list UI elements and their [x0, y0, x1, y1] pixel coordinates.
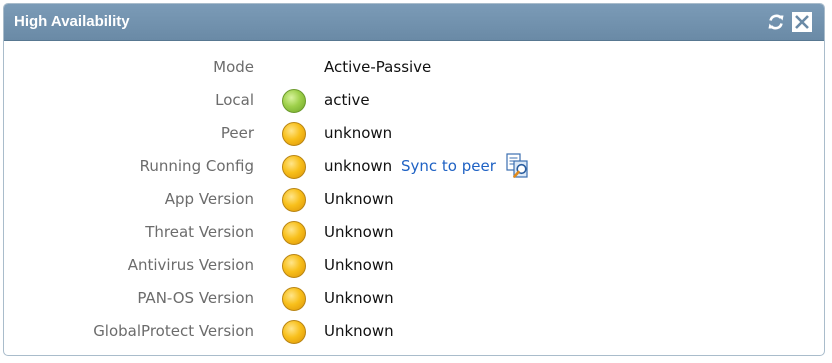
row-value: Unknown [324, 223, 394, 241]
row-label: Local [215, 91, 254, 109]
status-indicator-green [282, 89, 306, 113]
row-label: Running Config [139, 157, 254, 175]
ha-status-list: Mode Active-Passive Local active Peer un… [4, 53, 824, 350]
row-value: active [324, 91, 370, 109]
refresh-icon[interactable] [766, 12, 786, 32]
high-availability-widget: High Availability Mode Active-Passive Lo… [3, 3, 825, 356]
status-indicator-yellow [282, 155, 306, 179]
row-label: Antivirus Version [127, 256, 254, 274]
close-icon[interactable] [792, 12, 812, 32]
ha-row-mode: Mode Active-Passive [4, 53, 824, 86]
row-label: Threat Version [145, 223, 254, 241]
sync-to-peer-link[interactable]: Sync to peer [401, 157, 496, 175]
status-indicator-yellow [282, 254, 306, 278]
widget-titlebar: High Availability [4, 4, 824, 41]
row-value: Active-Passive [324, 58, 432, 76]
ha-row-antivirus-version: Antivirus Version Unknown [4, 251, 824, 284]
row-value: Unknown [324, 289, 394, 307]
row-value: Unknown [324, 256, 394, 274]
row-label: GlobalProtect Version [93, 322, 254, 340]
row-value: Unknown [324, 190, 394, 208]
status-indicator-yellow [282, 287, 306, 311]
status-indicator-yellow [282, 122, 306, 146]
ha-row-running-config: Running Config unknown Sync to peer [4, 152, 824, 185]
sync-config-icon[interactable] [504, 152, 532, 180]
ha-row-local: Local active [4, 86, 824, 119]
ha-row-peer: Peer unknown [4, 119, 824, 152]
status-indicator-yellow [282, 188, 306, 212]
row-value: unknown [324, 157, 393, 175]
row-label: Mode [213, 58, 254, 76]
widget-title: High Availability [14, 13, 130, 30]
row-value: Unknown [324, 322, 394, 340]
row-label: App Version [164, 190, 254, 208]
row-label: PAN-OS Version [137, 289, 254, 307]
status-indicator-yellow [282, 221, 306, 245]
ha-row-globalprotect-version: GlobalProtect Version Unknown [4, 317, 824, 350]
ha-row-panos-version: PAN-OS Version Unknown [4, 284, 824, 317]
status-indicator-yellow [282, 320, 306, 344]
ha-row-threat-version: Threat Version Unknown [4, 218, 824, 251]
row-label: Peer [220, 124, 254, 142]
row-value: unknown [324, 124, 393, 142]
ha-row-app-version: App Version Unknown [4, 185, 824, 218]
